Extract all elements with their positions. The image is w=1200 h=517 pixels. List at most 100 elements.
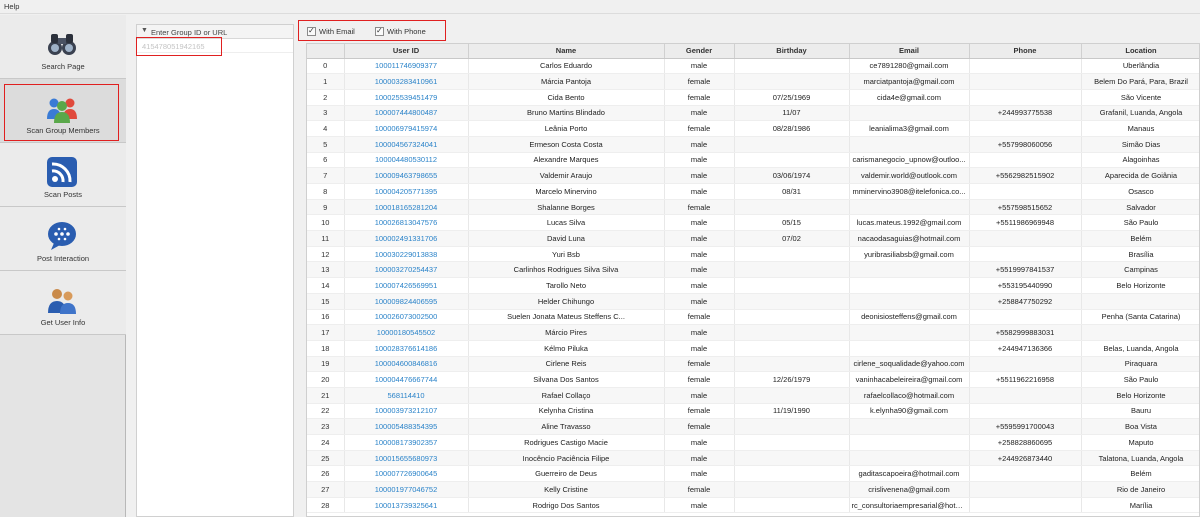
- cell-user-id[interactable]: 100025539451479: [344, 89, 469, 106]
- cell-user-id[interactable]: 100009824406595: [344, 293, 469, 310]
- cell-email: [849, 277, 970, 294]
- cell-user-id[interactable]: 568114410: [344, 387, 469, 404]
- table-row[interactable]: 15 100009824406595 Helder Chihungo male +258…: [307, 293, 1199, 310]
- cell-user-id[interactable]: 100001805455​02: [344, 324, 469, 341]
- cell-user-id[interactable]: 100004480530112: [344, 152, 469, 169]
- cell-gender: male: [664, 293, 735, 310]
- table-row[interactable]: 3 100007444800487 Bruno Martins Blindado ma…: [307, 105, 1199, 122]
- table-row[interactable]: 27 100001977046752 Kelly Cristine female cri…: [307, 481, 1199, 498]
- column-header-index[interactable]: [307, 44, 345, 59]
- table-row[interactable]: 13 100003270254437 Carlinhos Rodrigues Sil…: [307, 261, 1199, 279]
- users-icon: [48, 289, 76, 314]
- cell-location: Talatona, Luanda, Angola: [1081, 450, 1199, 467]
- table-row[interactable]: 24 100008173902357 Rodrigues Castigo Macie…: [307, 434, 1199, 451]
- column-header-phone[interactable]: Phone: [969, 44, 1082, 59]
- cell-phone: +5511986969948: [969, 214, 1082, 232]
- cell-phone: +5519997841537: [969, 261, 1082, 279]
- nav-get-user-info[interactable]: Get User Info: [0, 271, 126, 335]
- cell-user-id[interactable]: 100007426569951: [344, 277, 469, 294]
- column-header-email[interactable]: Email: [849, 44, 970, 59]
- cell-phone: [969, 183, 1082, 200]
- table-row[interactable]: 23 100005488354395 Aline Travasso female +55…: [307, 418, 1199, 435]
- with-phone-checkbox[interactable]: ✓: [375, 26, 384, 36]
- group-id-item[interactable]: 415478051942165: [137, 40, 293, 53]
- cell-user-id[interactable]: 100004205771395: [344, 183, 469, 200]
- nav-scan-posts[interactable]: Scan Posts: [0, 143, 126, 207]
- cell-location: Belém: [1081, 230, 1199, 247]
- cell-user-id[interactable]: 100026813047576: [344, 214, 469, 232]
- table-row[interactable]: 10 100026813047576 Lucas Silva male 05/15 luc…: [307, 214, 1199, 232]
- table-row[interactable]: 8 100004205771395 Marcelo Minervino male 08/…: [307, 183, 1199, 200]
- table-row[interactable]: 17 100001805455​02 Márcio Pires male +558299…: [307, 324, 1199, 341]
- menu-help[interactable]: Help: [4, 2, 19, 11]
- cell-index: 5: [307, 136, 345, 153]
- column-header-user-id[interactable]: User ID: [344, 44, 469, 59]
- table-row[interactable]: 18 100028376614186 Kélmo Piluka male +244947…: [307, 340, 1199, 357]
- cell-user-id[interactable]: 100013739325641: [344, 497, 469, 514]
- cell-user-id[interactable]: 100015655680973: [344, 450, 469, 467]
- cell-user-id[interactable]: 100001977046752: [344, 481, 469, 498]
- cell-user-id[interactable]: 100026073002500: [344, 309, 469, 326]
- cell-phone: +5582999883031: [969, 324, 1082, 341]
- column-header-gender[interactable]: Gender: [664, 44, 735, 59]
- cell-name: Silvana Dos Santos: [468, 371, 665, 388]
- table-row[interactable]: 11 100002491331706 David Luna male 07/02 naca…: [307, 230, 1199, 247]
- cell-user-id[interactable]: 100007726900645: [344, 465, 469, 483]
- options-bar: ✓ With Email ✓ With Phone: [298, 20, 446, 41]
- table-row[interactable]: 7 100009463798655 Valdemir Araujo male 03/06…: [307, 167, 1199, 184]
- cell-user-id[interactable]: 100003973212107: [344, 403, 469, 420]
- cell-birthday: [734, 450, 850, 467]
- cell-user-id[interactable]: 100028376614186: [344, 340, 469, 357]
- table-row[interactable]: 12 100030229013838 Yuri Bsb male yuribrasili…: [307, 246, 1199, 263]
- table-row[interactable]: 4 100006979415974 Leânia Porto female 08/28/…: [307, 120, 1199, 137]
- table-row[interactable]: 26 100007726900645 Guerreiro de Deus male ga…: [307, 465, 1199, 483]
- cell-user-id[interactable]: 100003270254437: [344, 261, 469, 279]
- cell-user-id[interactable]: 100002491331706: [344, 230, 469, 247]
- cell-user-id[interactable]: 100004476667744: [344, 371, 469, 388]
- table-row[interactable]: 2 100025539451479 Cida Bento female 07/25/19…: [307, 89, 1199, 106]
- cell-user-id[interactable]: 100005488354395: [344, 418, 469, 435]
- table-row[interactable]: 16 100026073002500 Suelen Jonata Mateus St…: [307, 309, 1199, 326]
- cell-user-id[interactable]: 100018165281204: [344, 199, 469, 216]
- table-row[interactable]: 22 100003973212107 Kelynha Cristina female 1…: [307, 403, 1199, 420]
- cell-gender: male: [664, 167, 735, 184]
- table-row[interactable]: 0 100011746909377 Carlos Eduardo male ce7891…: [307, 58, 1199, 75]
- column-header-location[interactable]: Location: [1081, 44, 1199, 59]
- table-row[interactable]: 21 568114410 Rafael Collaço male rafaelcolla…: [307, 387, 1199, 404]
- nav-scan-group-members[interactable]: Scan Group Members: [0, 79, 126, 143]
- table-row[interactable]: 19 100004600846816 Cirlene Reis female cirle…: [307, 356, 1199, 373]
- cell-user-id[interactable]: 100011746909377: [344, 58, 469, 75]
- group-header[interactable]: ▼ Enter Group ID or URL: [137, 25, 293, 39]
- table-row[interactable]: 28 100013739325641 Rodrigo Dos Santos male r…: [307, 497, 1199, 514]
- cell-user-id[interactable]: 100004600846816: [344, 356, 469, 373]
- column-header-name[interactable]: Name: [468, 44, 665, 59]
- cell-name: Valdemir Araujo: [468, 167, 665, 184]
- nav-post-interaction[interactable]: Post Interaction: [0, 207, 126, 271]
- column-header-birthday[interactable]: Birthday: [734, 44, 850, 59]
- cell-user-id[interactable]: 100004567324041: [344, 136, 469, 153]
- chat-bubble-icon: [48, 222, 76, 250]
- results-table[interactable]: User ID Name Gender Birthday Email Phone…: [306, 43, 1200, 517]
- cell-user-id[interactable]: 100007444800487: [344, 105, 469, 122]
- table-row[interactable]: 14 100007426569951 Tarollo Neto male +553195…: [307, 277, 1199, 294]
- cell-user-id[interactable]: 100006979415974: [344, 120, 469, 137]
- cell-user-id[interactable]: 100008173902357: [344, 434, 469, 451]
- with-email-checkbox[interactable]: ✓: [307, 26, 316, 36]
- cell-user-id[interactable]: 100030229013838: [344, 246, 469, 263]
- group-panel: ▼ Enter Group ID or URL 415478051942165: [136, 24, 294, 517]
- cell-user-id[interactable]: 100003283410961: [344, 73, 469, 90]
- table-row[interactable]: 5 100004567324041 Ermeson Costa Costa male +…: [307, 136, 1199, 153]
- table-row[interactable]: 25 100015655680973 Inocêncio Paciência Fil…: [307, 450, 1199, 467]
- table-row[interactable]: 20 100004476667744 Silvana Dos Santos femal…: [307, 371, 1199, 388]
- cell-gender: female: [664, 73, 735, 90]
- table-row[interactable]: 1 100003283410961 Márcia Pantoja female marc…: [307, 73, 1199, 90]
- nav-search-page[interactable]: Search Page: [0, 15, 126, 79]
- cell-user-id[interactable]: 100009463798655: [344, 167, 469, 184]
- table-row[interactable]: 6 100004480530112 Alexandre Marques male car…: [307, 152, 1199, 169]
- cell-gender: female: [664, 199, 735, 216]
- cell-email: leanialima3@gmail.com: [849, 120, 970, 137]
- cell-location: Belém: [1081, 465, 1199, 483]
- table-row[interactable]: 9 100018165281204 Shalanne Borges female +55…: [307, 199, 1199, 216]
- cell-name: Bruno Martins Blindado: [468, 105, 665, 122]
- cell-email: [849, 418, 970, 435]
